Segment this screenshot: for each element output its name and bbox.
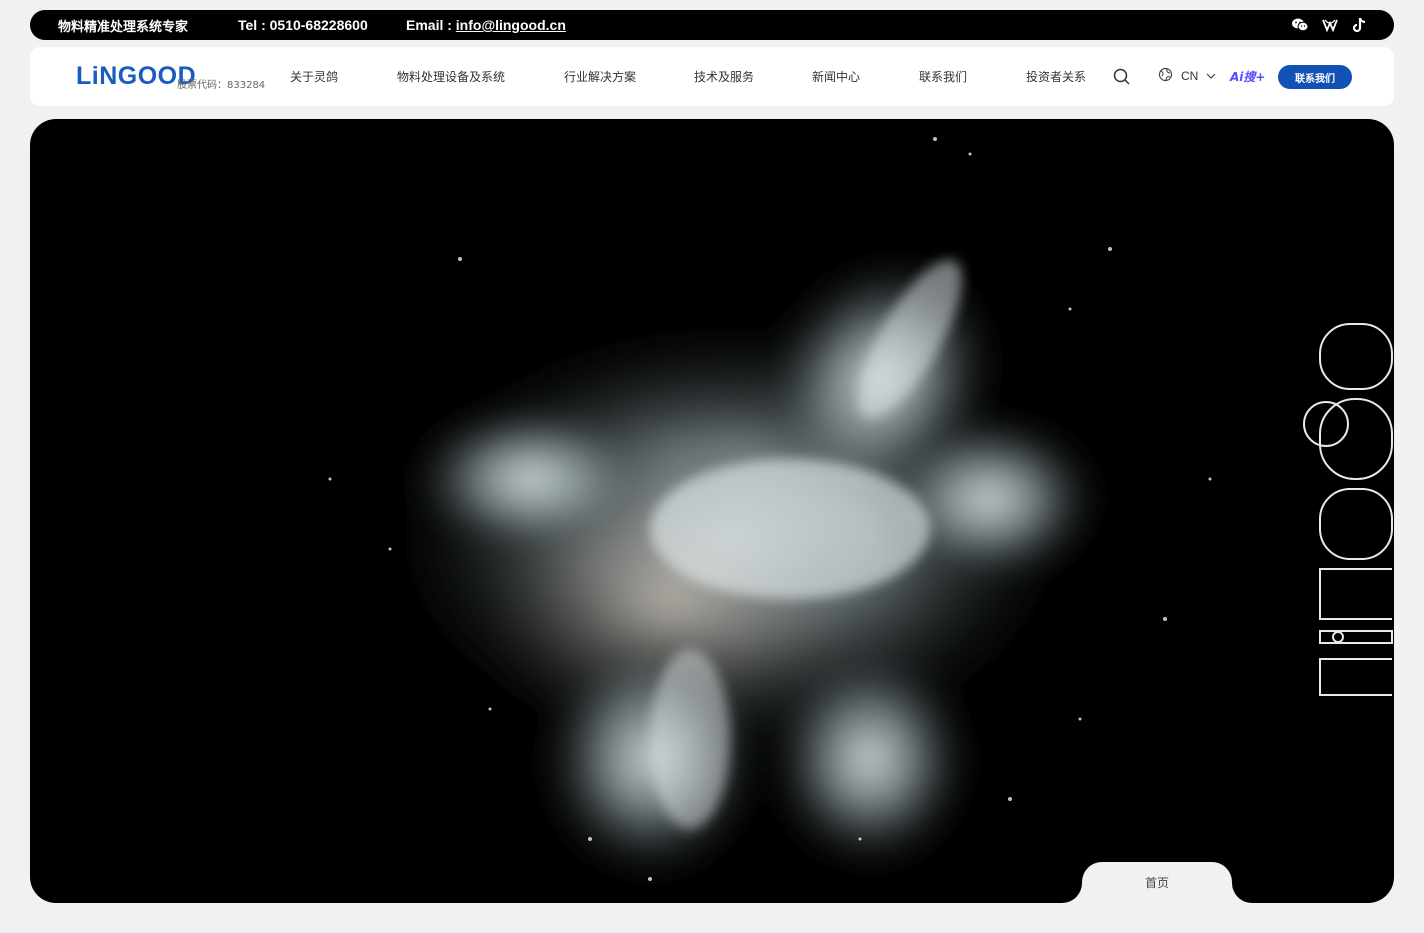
nav-equipment[interactable]: 物料处理设备及系统 xyxy=(397,68,505,85)
main-header: LiNGOOD 股票代码：833284 关于灵鸽 物料处理设备及系统 行业解决方… xyxy=(30,47,1394,106)
language-label: CN xyxy=(1181,69,1199,83)
social-links xyxy=(1292,17,1366,33)
nav-solutions[interactable]: 行业解决方案 xyxy=(564,68,636,85)
vertical-logo-outline xyxy=(1303,323,1393,696)
nav-investors[interactable]: 投资者关系 xyxy=(1026,68,1086,85)
globe-icon xyxy=(1158,67,1173,85)
top-info-bar: 物料精准处理系统专家 Tel : 0510-68228600 Email : i… xyxy=(30,10,1394,40)
powder-explosion-image xyxy=(328,137,1212,889)
tiktok-icon[interactable] xyxy=(1352,17,1366,33)
nav-services[interactable]: 技术及服务 xyxy=(694,68,754,85)
contact-us-button[interactable]: 联系我们 xyxy=(1278,65,1352,89)
wechat-icon[interactable] xyxy=(1292,18,1308,32)
hero-banner xyxy=(30,119,1394,903)
search-icon[interactable] xyxy=(1112,67,1132,87)
nav-about[interactable]: 关于灵鸽 xyxy=(290,68,338,85)
email-label: Email : xyxy=(406,17,456,33)
email-info: Email : info@lingood.cn xyxy=(406,17,566,33)
stock-code: 股票代码：833284 xyxy=(177,80,266,91)
nav-news[interactable]: 新闻中心 xyxy=(812,68,860,85)
phone-number: Tel : 0510-68228600 xyxy=(238,17,368,33)
email-link[interactable]: info@lingood.cn xyxy=(456,17,566,33)
weibo-icon[interactable] xyxy=(1322,18,1338,32)
home-breadcrumb-tab[interactable]: 首页 xyxy=(1082,862,1232,903)
nav-contact[interactable]: 联系我们 xyxy=(919,68,967,85)
slogan: 物料精准处理系统专家 xyxy=(58,19,189,35)
chevron-down-icon xyxy=(1206,69,1216,83)
ai-search-link[interactable]: Ai搜+ xyxy=(1230,68,1265,85)
language-selector[interactable]: CN xyxy=(1158,67,1216,85)
